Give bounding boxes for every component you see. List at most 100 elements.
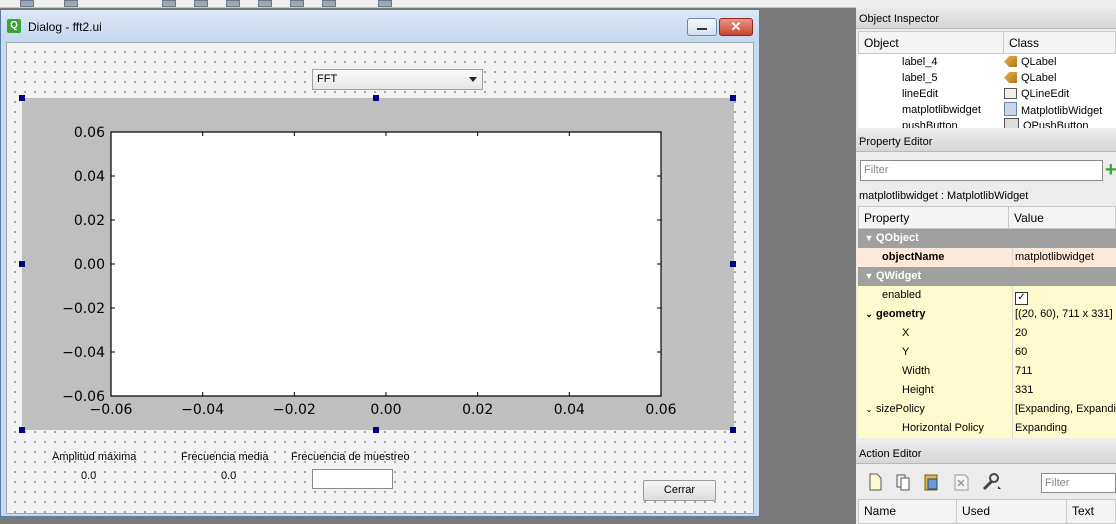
wrench-icon[interactable] (980, 472, 1001, 492)
minimize-icon (697, 28, 707, 30)
selection-handle-bottom-right[interactable] (730, 427, 736, 433)
selection-handle-left[interactable] (19, 261, 25, 267)
class-name: QLabel (1021, 56, 1057, 68)
tree-row[interactable]: lineEdit QLineEdit (858, 86, 1116, 102)
tree-row[interactable]: label_4 QLabel (858, 54, 1116, 70)
object-name: label_4 (902, 56, 938, 68)
tool-icon[interactable] (64, 0, 78, 7)
adjust-size-icon[interactable] (322, 0, 336, 7)
section-qwidget[interactable]: ▼ QWidget (858, 267, 1116, 286)
property-row-x[interactable]: X 20 (858, 324, 1116, 343)
property-context: matplotlibwidget : MatplotlibWidget (859, 190, 1029, 202)
column-header-property[interactable]: Property (858, 206, 1009, 229)
action-filter-input[interactable]: Filter (1041, 473, 1116, 493)
layout-form-icon[interactable] (258, 0, 272, 7)
section-qobject[interactable]: ▼ QObject (858, 229, 1116, 248)
column-header-used[interactable]: Used (956, 499, 1067, 524)
selection-handle-right[interactable] (730, 261, 736, 267)
amplitud-value: 0.0 (81, 470, 97, 482)
object-name: label_5 (902, 72, 938, 84)
property-row-geometry[interactable]: ⌄ geometry [(20, 60), 711 x 331] (858, 305, 1116, 324)
property-row-objectname[interactable]: objectName matplotlibwidget (858, 248, 1116, 267)
column-header-value[interactable]: Value (1008, 206, 1116, 229)
chevron-down-icon (469, 77, 477, 82)
copy-action-icon[interactable] (894, 472, 912, 492)
property-row-height[interactable]: Height 331 (858, 381, 1116, 400)
x-tick-label: 0.02 (462, 402, 493, 418)
chevron-down-icon[interactable]: ⌄ (862, 400, 876, 419)
new-action-icon[interactable] (866, 472, 884, 492)
property-row-width[interactable]: Width 711 (858, 362, 1116, 381)
column-header-name[interactable]: Name (858, 499, 957, 524)
property-name: Y (902, 346, 910, 358)
property-row-enabled[interactable]: enabled ✓ (858, 286, 1116, 305)
property-value[interactable]: [(20, 60), 711 x 331] (1012, 305, 1116, 324)
property-value[interactable]: Expanding (1012, 419, 1116, 438)
property-value[interactable]: 60 (1012, 343, 1116, 362)
enabled-value: ✓ (1012, 286, 1116, 305)
tree-row[interactable]: pushButton QPushButton (858, 118, 1116, 128)
property-value[interactable]: 711 (1012, 362, 1116, 381)
enabled-checkbox[interactable]: ✓ (1015, 292, 1028, 305)
property-row-y[interactable]: Y 60 (858, 343, 1116, 362)
chevron-down-icon: ▼ (864, 271, 874, 281)
property-name: geometry (876, 308, 926, 320)
class-cell: QLabel (1004, 70, 1116, 86)
layout-grid-icon[interactable] (226, 0, 240, 7)
close-button[interactable]: ✕ (719, 18, 753, 36)
column-header-class[interactable]: Class (1003, 31, 1116, 54)
property-filter-input[interactable]: Filter (860, 160, 1103, 181)
selection-handle-top-left[interactable] (19, 95, 25, 101)
designer-side-panels: Object Inspector Object Class label_4 QL… (856, 0, 1116, 524)
label-frecuencia-media: Frecuencia media (181, 451, 269, 463)
column-header-text[interactable]: Text (1066, 499, 1116, 524)
label-amplitud-maxima: Amplitud máxima (52, 451, 137, 463)
frecuencia-muestreo-input[interactable] (312, 469, 393, 489)
object-inspector-header[interactable]: Object Inspector (856, 9, 1116, 29)
property-editor-header[interactable]: Property Editor (856, 132, 1116, 152)
selection-handle-top[interactable] (373, 95, 379, 101)
matplotlib-icon (1004, 102, 1017, 116)
y-tick-label: 0.04 (74, 169, 105, 185)
break-layout-icon[interactable] (290, 0, 304, 7)
x-tick-label: −0.04 (181, 402, 224, 418)
layout-vertical-icon[interactable] (194, 0, 208, 7)
combobox-value: FFT (317, 73, 338, 85)
property-value[interactable]: 20 (1012, 324, 1116, 343)
minimize-button[interactable] (687, 18, 717, 36)
property-row-sizepolicy[interactable]: ⌄sizePolicy [Expanding, Expanding, 0, 0] (858, 400, 1116, 419)
property-row-horizontal-policy[interactable]: Horizontal Policy Expanding (858, 419, 1116, 438)
property-value[interactable]: matplotlibwidget (1012, 248, 1116, 267)
tree-row-selected[interactable]: matplotlibwidget MatplotlibWidget (858, 102, 1116, 118)
dialog-titlebar[interactable]: Q Dialog - fft2.ui ✕ (1, 10, 759, 42)
selection-handle-top-right[interactable] (730, 95, 736, 101)
y-tick-label: 0.06 (74, 125, 105, 141)
property-value[interactable]: 331 (1012, 381, 1116, 400)
layout-horizontal-icon[interactable] (162, 0, 176, 7)
mode-combobox[interactable]: FFT (312, 69, 483, 90)
axes-frame (110, 131, 662, 397)
cerrar-button[interactable]: Cerrar (643, 480, 716, 501)
class-cell: QLineEdit (1004, 86, 1116, 102)
chevron-down-icon[interactable]: ⌄ (862, 305, 876, 324)
property-name: sizePolicy (876, 403, 925, 415)
pushbutton-icon (1004, 118, 1019, 128)
add-property-icon[interactable]: + (1105, 160, 1116, 181)
property-name: Width (902, 365, 931, 377)
selection-handle-bottom-left[interactable] (19, 427, 25, 433)
label-frecuencia-muestreo: Frecuencia de muestreo (291, 451, 410, 463)
preview-icon[interactable] (378, 0, 392, 7)
column-header-object[interactable]: Object (858, 31, 1004, 54)
selection-handle-bottom[interactable] (373, 427, 379, 433)
matplotlib-widget[interactable]: −0.06 −0.04 −0.02 0.00 0.02 0.04 0.06 0.06 0.04 0… (22, 98, 734, 430)
section-label: QObject (876, 232, 919, 244)
property-value[interactable]: [Expanding, Expanding, 0, 0] (1012, 400, 1116, 419)
y-tick-label: −0.06 (62, 389, 105, 405)
layout-icon[interactable] (20, 0, 34, 7)
delete-action-icon[interactable] (952, 472, 970, 492)
paste-action-icon[interactable] (922, 472, 940, 492)
tree-row[interactable]: label_5 QLabel (858, 70, 1116, 86)
action-editor-header[interactable]: Action Editor (856, 444, 1116, 464)
object-name: pushButton (902, 120, 958, 128)
y-tick-label: −0.04 (62, 345, 105, 361)
